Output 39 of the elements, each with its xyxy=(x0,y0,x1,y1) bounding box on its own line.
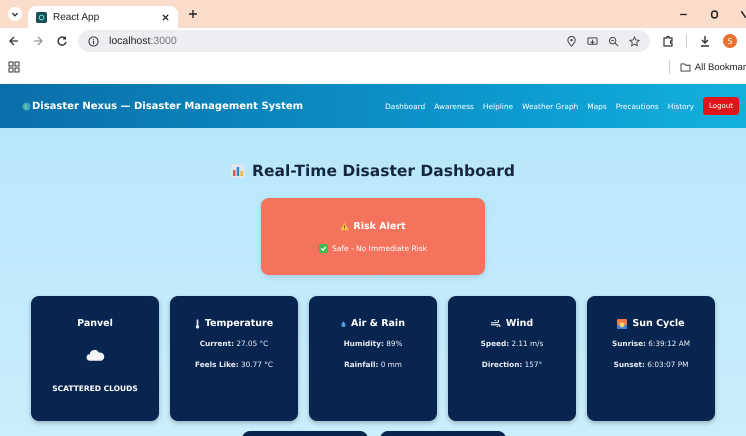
warning-icon xyxy=(340,222,350,230)
star-icon[interactable] xyxy=(629,36,640,46)
forward-icon[interactable] xyxy=(32,35,44,47)
folder-icon xyxy=(680,62,691,72)
reload-icon[interactable] xyxy=(56,35,68,47)
wind-icon xyxy=(490,320,501,327)
card-title: Wind xyxy=(506,318,534,329)
bookmarks-folder[interactable]: All Bookmar xyxy=(676,60,746,74)
page-title: Real-Time Disaster Dashboard xyxy=(252,162,515,180)
card-title: Air & Rain xyxy=(351,318,405,329)
sunset-icon xyxy=(617,318,628,328)
info-icon[interactable] xyxy=(88,36,99,46)
browser-tab[interactable]: React App xyxy=(28,6,178,28)
bar-chart-icon xyxy=(231,164,246,178)
apps-grid-icon[interactable] xyxy=(8,61,20,73)
extensions-icon[interactable] xyxy=(662,35,674,47)
checkbox-icon xyxy=(318,244,328,252)
card-title: Sun Cycle xyxy=(632,318,685,329)
close-icon[interactable] xyxy=(161,12,170,22)
new-tab-icon[interactable] xyxy=(188,9,198,19)
globe-icon xyxy=(22,102,31,110)
zoom-icon[interactable] xyxy=(608,36,619,46)
location-pin-icon[interactable] xyxy=(566,36,577,46)
install-app-icon[interactable] xyxy=(587,36,598,46)
tab-list-icon[interactable] xyxy=(8,7,22,21)
address-bar[interactable]: localhost:3000 xyxy=(78,30,650,52)
back-icon[interactable] xyxy=(8,35,20,47)
card-title: Panvel xyxy=(77,318,113,329)
water-drop-icon xyxy=(341,318,346,328)
site-brand[interactable]: Disaster Nexus — Disaster Management System xyxy=(32,100,304,112)
alert-title: Risk Alert xyxy=(353,220,406,232)
restore-icon[interactable] xyxy=(709,8,720,20)
cloud-icon xyxy=(86,349,104,362)
app-favicon-icon xyxy=(36,12,47,22)
download-icon[interactable] xyxy=(699,35,711,47)
card-title: Temperature xyxy=(204,318,274,329)
profile-avatar[interactable]: S xyxy=(723,34,737,48)
close-window-icon[interactable] xyxy=(740,8,746,20)
thermometer-icon xyxy=(194,318,200,328)
